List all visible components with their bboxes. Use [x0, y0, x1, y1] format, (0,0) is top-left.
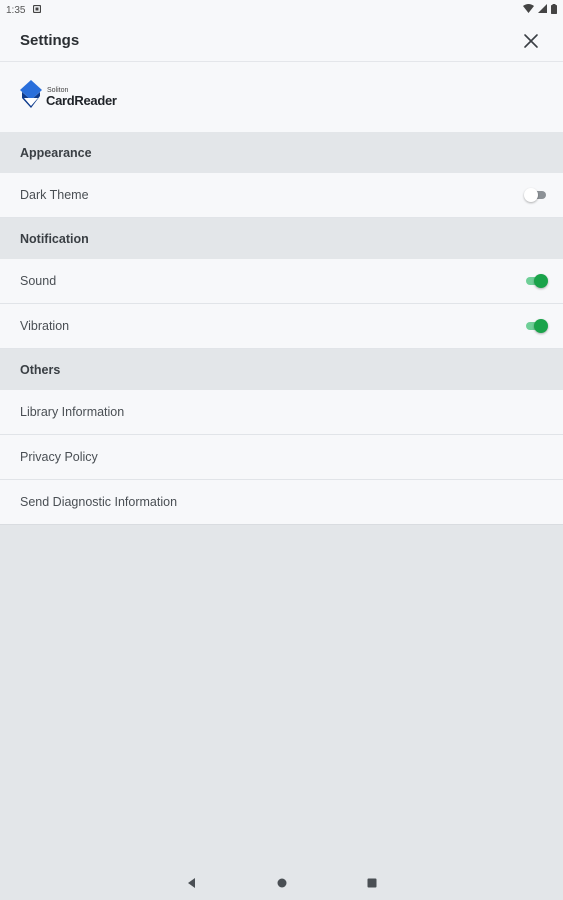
settings-row-library-information[interactable]: Library Information [0, 390, 563, 435]
back-button[interactable] [182, 873, 202, 893]
home-icon [277, 878, 286, 888]
section-header-notification: Notification [0, 218, 563, 259]
system-nav-bar [0, 866, 563, 900]
privacy-policy-label: Privacy Policy [20, 450, 98, 464]
app-bar: Settings [0, 20, 563, 62]
settings-row-privacy-policy[interactable]: Privacy Policy [0, 435, 563, 480]
recents-button[interactable] [362, 873, 382, 893]
logo-brand-name: CardReader [46, 93, 117, 108]
close-button[interactable] [519, 29, 543, 53]
vibration-label: Vibration [20, 319, 70, 333]
send-diagnostic-label: Send Diagnostic Information [20, 495, 178, 509]
logo-icon [20, 79, 42, 115]
signal-icon [538, 4, 547, 16]
toggle-thumb [534, 274, 548, 288]
toggle-thumb [524, 188, 538, 202]
dark-theme-label: Dark Theme [20, 188, 89, 202]
library-information-label: Library Information [20, 405, 125, 419]
sound-toggle[interactable] [524, 274, 548, 288]
dark-theme-toggle[interactable] [524, 188, 548, 202]
app-logo: Soliton CardReader [20, 79, 117, 115]
status-left: 1:35 [6, 4, 42, 16]
vibration-toggle[interactable] [524, 319, 548, 333]
sound-label: Sound [20, 274, 57, 288]
page-title: Settings [20, 32, 80, 49]
back-icon [187, 878, 195, 888]
settings-row-vibration[interactable]: Vibration [0, 304, 563, 349]
settings-row-sound[interactable]: Sound [0, 259, 563, 304]
home-button[interactable] [272, 873, 292, 893]
status-time: 1:35 [6, 4, 26, 16]
settings-row-dark-theme[interactable]: Dark Theme [0, 173, 563, 218]
logo-area: Soliton CardReader [0, 62, 563, 132]
status-bar: 1:35 [0, 0, 563, 20]
close-icon [524, 33, 538, 48]
toggle-thumb [534, 319, 548, 333]
battery-icon [551, 3, 557, 17]
notification-icon [33, 4, 42, 16]
logo-text: Soliton CardReader [46, 87, 117, 107]
recents-icon [367, 878, 376, 888]
section-header-appearance: Appearance [0, 132, 563, 173]
status-right [523, 3, 557, 17]
settings-row-send-diagnostic[interactable]: Send Diagnostic Information [0, 480, 563, 525]
section-header-others: Others [0, 349, 563, 390]
wifi-icon [523, 4, 534, 16]
